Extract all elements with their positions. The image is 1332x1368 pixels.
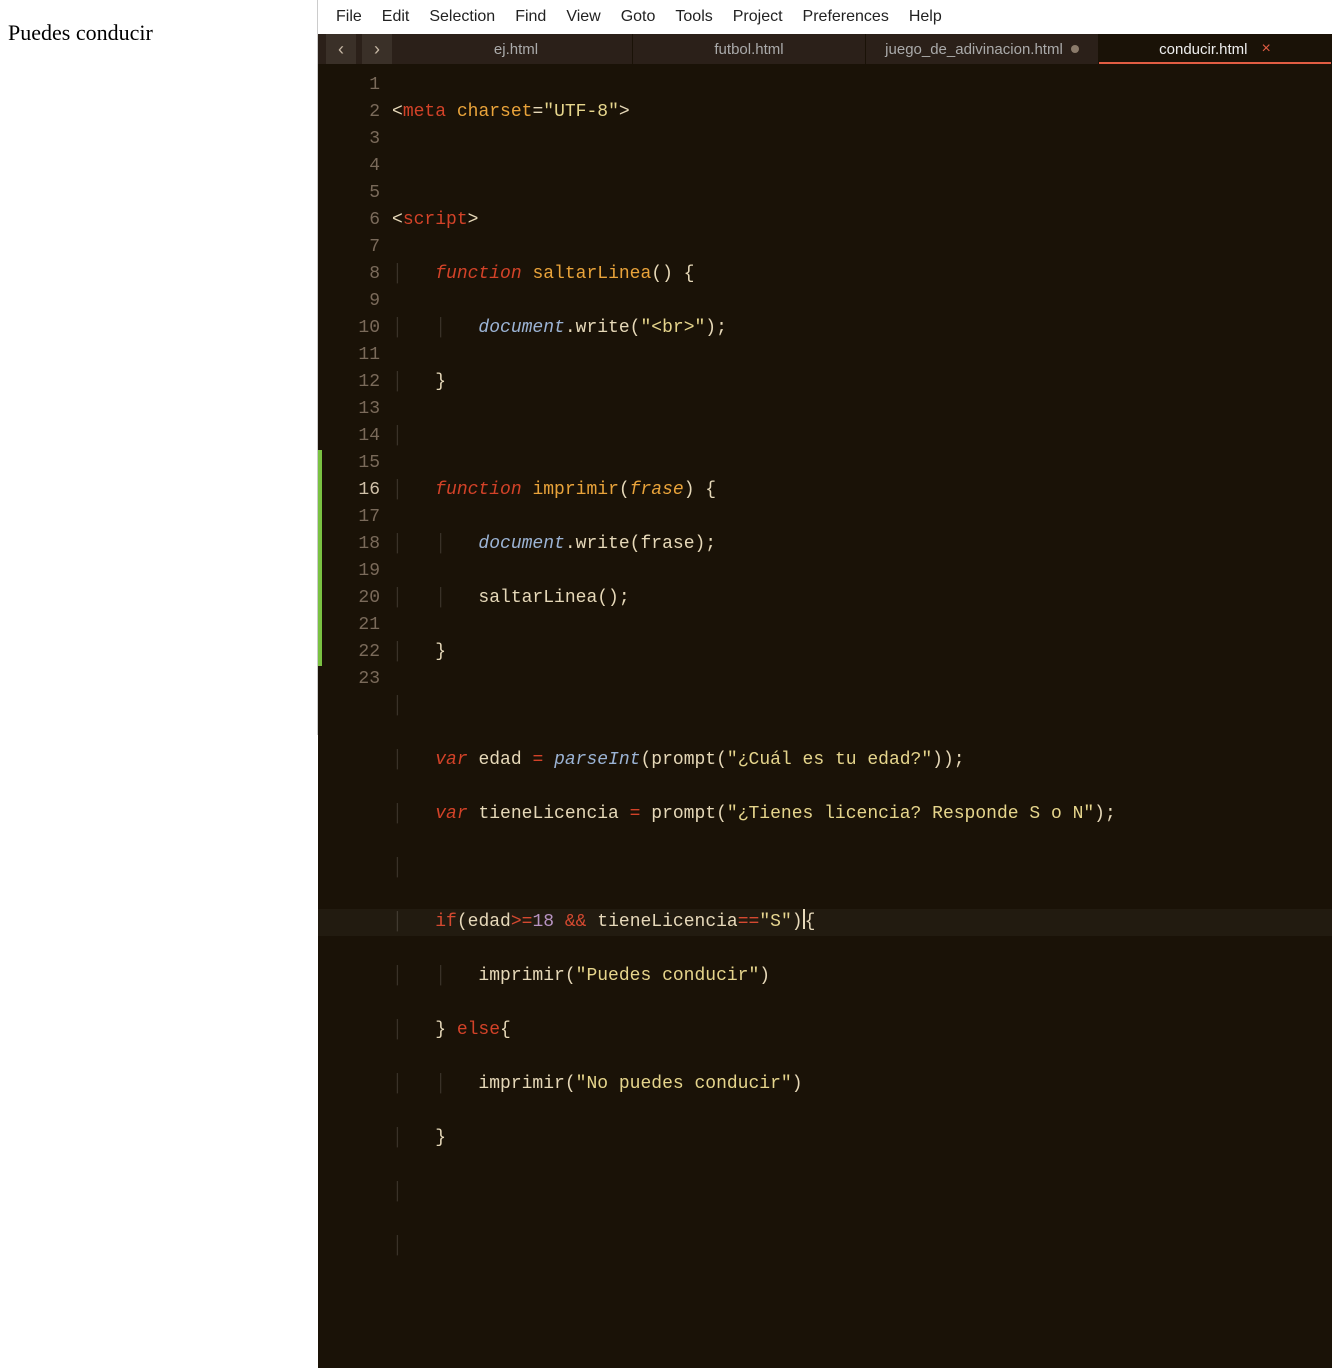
line-number: 5 [322, 180, 380, 207]
line-number: 6 [322, 207, 380, 234]
line-number: 2 [322, 99, 380, 126]
close-icon[interactable]: × [1262, 40, 1271, 58]
tab-bar: ‹ › ej.html futbol.html juego_de_adivina… [318, 34, 1332, 64]
tab-label: conducir.html [1159, 41, 1247, 58]
menu-file[interactable]: File [326, 4, 372, 30]
line-number: 17 [322, 504, 380, 531]
line-number: 16 [322, 477, 380, 504]
browser-output-pane: Puedes conducir [0, 0, 318, 735]
line-number: 13 [322, 396, 380, 423]
line-number: 11 [322, 342, 380, 369]
line-number: 15 [322, 450, 380, 477]
tab-futbol[interactable]: futbol.html [633, 34, 866, 64]
menu-tools[interactable]: Tools [665, 4, 722, 30]
menu-help[interactable]: Help [899, 4, 952, 30]
line-number: 19 [322, 558, 380, 585]
menu-view[interactable]: View [556, 4, 610, 30]
line-number: 20 [322, 585, 380, 612]
menu-preferences[interactable]: Preferences [793, 4, 899, 30]
tab-juego[interactable]: juego_de_adivinacion.html [866, 34, 1099, 64]
line-number: 8 [322, 261, 380, 288]
line-number-gutter: 1234567891011121314151617181920212223 [322, 64, 392, 1368]
code-content[interactable]: <meta charset="UTF-8"> <script> │ functi… [392, 64, 1332, 1368]
line-number: 3 [322, 126, 380, 153]
diff-gutter [318, 64, 322, 1368]
menu-selection[interactable]: Selection [419, 4, 505, 30]
line-number: 12 [322, 369, 380, 396]
line-number: 23 [322, 666, 380, 693]
menu-bar: File Edit Selection Find View Goto Tools… [318, 0, 1332, 34]
line-number: 1 [322, 72, 380, 99]
tab-label: futbol.html [714, 41, 783, 58]
editor-pane: File Edit Selection Find View Goto Tools… [318, 0, 1332, 735]
nav-forward-button[interactable]: › [362, 34, 392, 64]
line-number: 7 [322, 234, 380, 261]
chevron-left-icon: ‹ [338, 39, 344, 60]
chevron-right-icon: › [374, 39, 380, 60]
output-text: Puedes conducir [8, 20, 309, 46]
line-number: 4 [322, 153, 380, 180]
tab-label: ej.html [494, 41, 538, 58]
menu-goto[interactable]: Goto [611, 4, 666, 30]
tab-nav: ‹ › [318, 34, 400, 64]
menu-find[interactable]: Find [505, 4, 556, 30]
tab-conducir[interactable]: conducir.html × [1099, 34, 1332, 64]
menu-project[interactable]: Project [723, 4, 793, 30]
line-number: 14 [322, 423, 380, 450]
line-number: 9 [322, 288, 380, 315]
line-number: 18 [322, 531, 380, 558]
nav-back-button[interactable]: ‹ [326, 34, 356, 64]
line-number: 22 [322, 639, 380, 666]
tab-ej[interactable]: ej.html [400, 34, 633, 64]
line-number: 10 [322, 315, 380, 342]
editor-area[interactable]: 1234567891011121314151617181920212223 <m… [318, 64, 1332, 1368]
menu-edit[interactable]: Edit [372, 4, 420, 30]
modified-region-icon [318, 450, 322, 666]
dirty-indicator-icon [1071, 45, 1079, 53]
line-number: 21 [322, 612, 380, 639]
tab-label: juego_de_adivinacion.html [885, 41, 1063, 58]
